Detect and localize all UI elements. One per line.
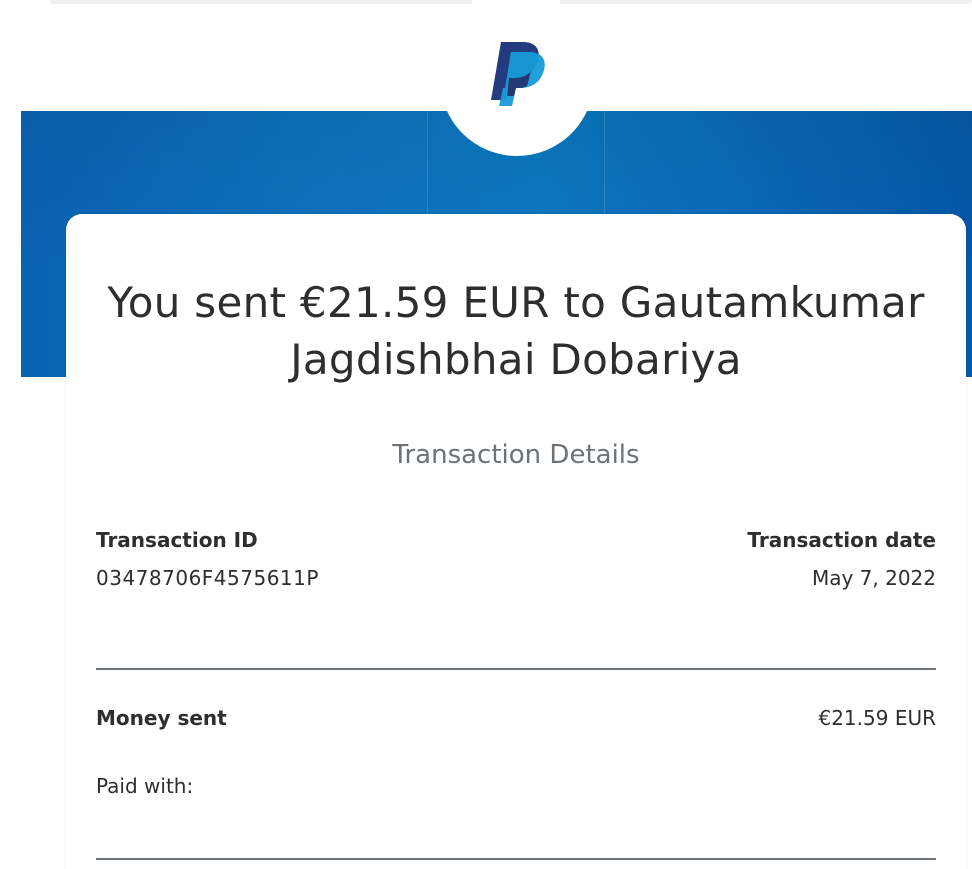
transaction-date-label: Transaction date [747,528,936,552]
headline-line-2: Jagdishbhai Dobariya [290,335,742,384]
headline-line-1: You sent €21.59 EUR to Gautamkumar [107,278,925,327]
top-tab-right [560,0,972,4]
transaction-date-value: May 7, 2022 [811,566,936,590]
top-tab-left [50,0,472,4]
divider-2 [96,858,936,860]
paid-with-label: Paid with: [96,774,194,798]
divider-1 [96,668,936,670]
paypal-logo [491,42,545,106]
transaction-id-label: Transaction ID [96,528,258,552]
receipt-headline: You sent €21.59 EUR to Gautamkumar Jagdi… [66,274,966,388]
money-sent-value: €21.59 EUR [818,706,936,730]
money-sent-label: Money sent [96,706,227,730]
receipt-page: You sent €21.59 EUR to Gautamkumar Jagdi… [0,0,972,869]
section-title: Transaction Details [392,440,640,470]
transaction-id-value: 03478706F4575611P [96,566,319,590]
